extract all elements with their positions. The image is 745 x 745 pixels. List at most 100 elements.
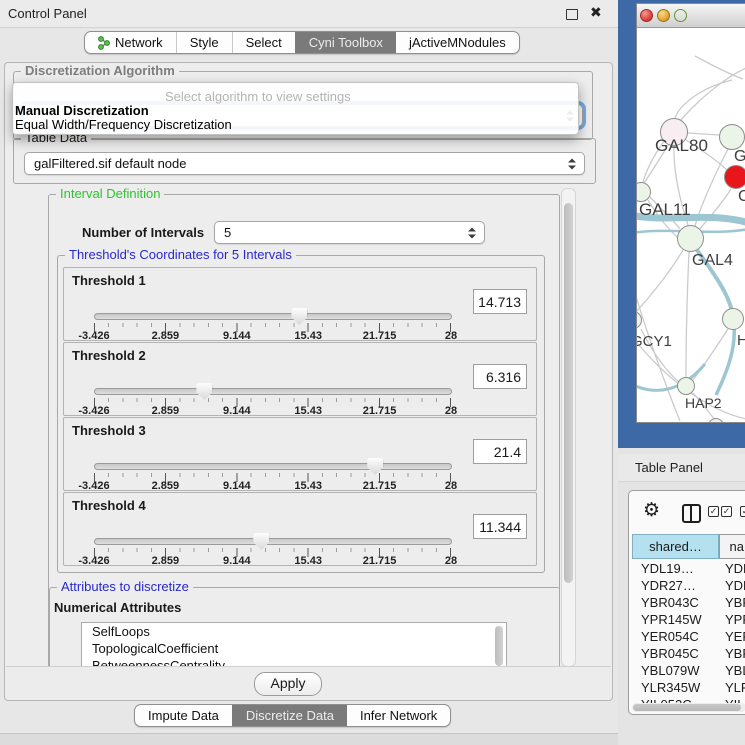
zoom-traffic-light[interactable] (674, 9, 687, 22)
checkbox-icon[interactable]: ✓ (740, 506, 745, 517)
float-window-icon[interactable] (566, 9, 578, 20)
network-canvas[interactable]: GAL80GCGAL11GAL4GCY1HHAP2 (637, 28, 745, 422)
table-row[interactable]: YDR27… YDR2 (629, 578, 745, 595)
attribute-list-item[interactable]: SelfLoops (82, 623, 506, 640)
slider-track[interactable] (94, 313, 452, 320)
tab-impute-data[interactable]: Impute Data (135, 705, 232, 726)
column-layout-icon[interactable] (682, 504, 701, 523)
cell-shared-name[interactable]: YBR043C (641, 595, 717, 610)
table-row[interactable]: YPR145W YPR1 (629, 612, 745, 629)
tick-label: 28 (445, 405, 457, 417)
threshold-panel: Threshold 1 -3.4262.8599.14415.4321.7152… (63, 267, 537, 341)
table-row[interactable]: YLR345W YLR3 (629, 680, 745, 697)
control-panel-titlebar: Control Panel ✖ (0, 0, 618, 28)
column-divider (690, 506, 692, 521)
network-node-gal4[interactable] (677, 225, 704, 252)
tab-network[interactable]: Network (85, 32, 176, 53)
tick-label: 21.715 (363, 555, 397, 567)
cell-shared-name[interactable]: YBL079W (641, 663, 717, 678)
table-row[interactable]: YER054C YER0 (629, 629, 745, 646)
panel-scrollbar-track[interactable] (561, 188, 576, 667)
cell-name[interactable]: YLR3 (725, 680, 745, 695)
table-hscrollbar-thumb[interactable] (633, 704, 741, 711)
cell-shared-name[interactable]: YPR145W (641, 612, 717, 627)
list-scrollbar[interactable] (495, 626, 503, 666)
table-data-combobox[interactable]: galFiltered.sif default node (24, 152, 585, 175)
network-node-label: C (738, 188, 745, 206)
network-node-g[interactable] (719, 124, 745, 150)
cell-name[interactable]: YDR2 (725, 578, 745, 593)
thresholds-group: Threshold's Coordinates for 5 Intervals … (57, 255, 545, 573)
numerical-attributes-label: Numerical Attributes (54, 600, 181, 615)
network-node-h[interactable] (722, 308, 744, 330)
tick-label: -3.426 (78, 405, 109, 417)
apply-bar: Apply (6, 666, 611, 699)
network-icon (98, 36, 110, 50)
close-traffic-light[interactable] (640, 9, 653, 22)
threshold-label: Threshold 3 (72, 423, 146, 438)
tab-select[interactable]: Select (232, 32, 295, 53)
cell-name[interactable]: YBL0 (725, 663, 745, 678)
cell-name[interactable]: YER0 (725, 629, 745, 644)
table-row[interactable]: YBR043C YBR0 (629, 595, 745, 612)
tick-label: 15.43 (294, 405, 322, 417)
table-row[interactable]: YBR045C YBR0 (629, 646, 745, 663)
slider-track[interactable] (94, 388, 452, 395)
cell-name[interactable]: YDL1 (725, 561, 745, 576)
slider-scale: -3.4262.8599.14415.4321.71528 (94, 330, 451, 342)
checkbox-icon[interactable]: ✓ (721, 506, 732, 517)
cell-shared-name[interactable]: YER054C (641, 629, 717, 644)
network-node-label: GAL4 (692, 252, 733, 270)
tab-label: Discretize Data (246, 708, 334, 723)
tab-jactivemnodules[interactable]: jActiveMNodules (396, 32, 519, 53)
tick-label: 15.43 (294, 330, 322, 342)
threshold-value-field[interactable]: 6.316 (473, 364, 527, 389)
tick-label: 21.715 (363, 480, 397, 492)
tab-discretize-data[interactable]: Discretize Data (232, 705, 347, 726)
threshold-value-field[interactable]: 14.713 (473, 289, 527, 314)
gear-icon[interactable]: ⚙ (643, 499, 660, 522)
popup-option-manual[interactable]: Manual Discretization (15, 103, 149, 118)
popup-option-equal-width[interactable]: Equal Width/Frequency Discretization (15, 117, 232, 132)
cell-name[interactable]: YBR0 (725, 646, 745, 661)
cell-shared-name[interactable]: YBR045C (641, 646, 717, 661)
threshold-value-field[interactable]: 11.344 (473, 514, 527, 539)
column-header-name[interactable]: na (719, 534, 745, 559)
numerical-attributes-list[interactable]: SelfLoopsTopologicalCoefficientBetweenne… (81, 622, 507, 667)
network-node-label: HAP2 (685, 395, 722, 411)
threshold-label: Threshold 4 (72, 498, 146, 513)
column-header-shared-name[interactable]: shared… (632, 534, 719, 559)
table-panel-titlebar: Table Panel (618, 454, 745, 482)
tab-style[interactable]: Style (176, 32, 232, 53)
apply-button[interactable]: Apply (254, 672, 322, 696)
popup-prompt: Select algorithm to view settings (165, 89, 351, 104)
tick-label: 21.715 (363, 330, 397, 342)
cell-name[interactable]: YPR1 (725, 612, 745, 627)
threshold-value-field[interactable]: 21.4 (473, 439, 527, 464)
close-icon[interactable]: ✖ (590, 4, 602, 21)
network-node-hap2[interactable] (677, 377, 695, 395)
cell-shared-name[interactable]: YLR345W (641, 680, 717, 695)
minimize-traffic-light[interactable] (657, 9, 670, 22)
threshold-label: Threshold 2 (72, 348, 146, 363)
attribute-list-item[interactable]: TopologicalCoefficient (82, 640, 506, 657)
tab-cyni-toolbox[interactable]: Cyni Toolbox (295, 32, 396, 53)
tick-label: 9.144 (223, 330, 251, 342)
table-row[interactable]: YBL079W YBL0 (629, 663, 745, 680)
num-intervals-combobox[interactable]: 5 (214, 221, 485, 244)
stepper-icon (468, 227, 476, 238)
network-node-c[interactable] (724, 165, 745, 189)
cell-name[interactable]: YBR0 (725, 595, 745, 610)
slider-track[interactable] (94, 538, 452, 545)
panel-scrollbar-thumb[interactable] (564, 203, 573, 583)
checkbox-icon[interactable]: ✓ (708, 506, 719, 517)
network-window: GAL80GCGAL11GAL4GCY1HHAP2 (636, 3, 745, 423)
bottom-strip (0, 733, 618, 745)
table-hscrollbar[interactable] (632, 703, 745, 712)
table-row[interactable]: YDL19… YDL1 (629, 561, 745, 578)
tab-infer-network[interactable]: Infer Network (347, 705, 450, 726)
slider-scale: -3.4262.8599.14415.4321.71528 (94, 555, 451, 567)
slider-track[interactable] (94, 463, 452, 470)
cell-shared-name[interactable]: YDR27… (641, 578, 717, 593)
cell-shared-name[interactable]: YDL19… (641, 561, 717, 576)
